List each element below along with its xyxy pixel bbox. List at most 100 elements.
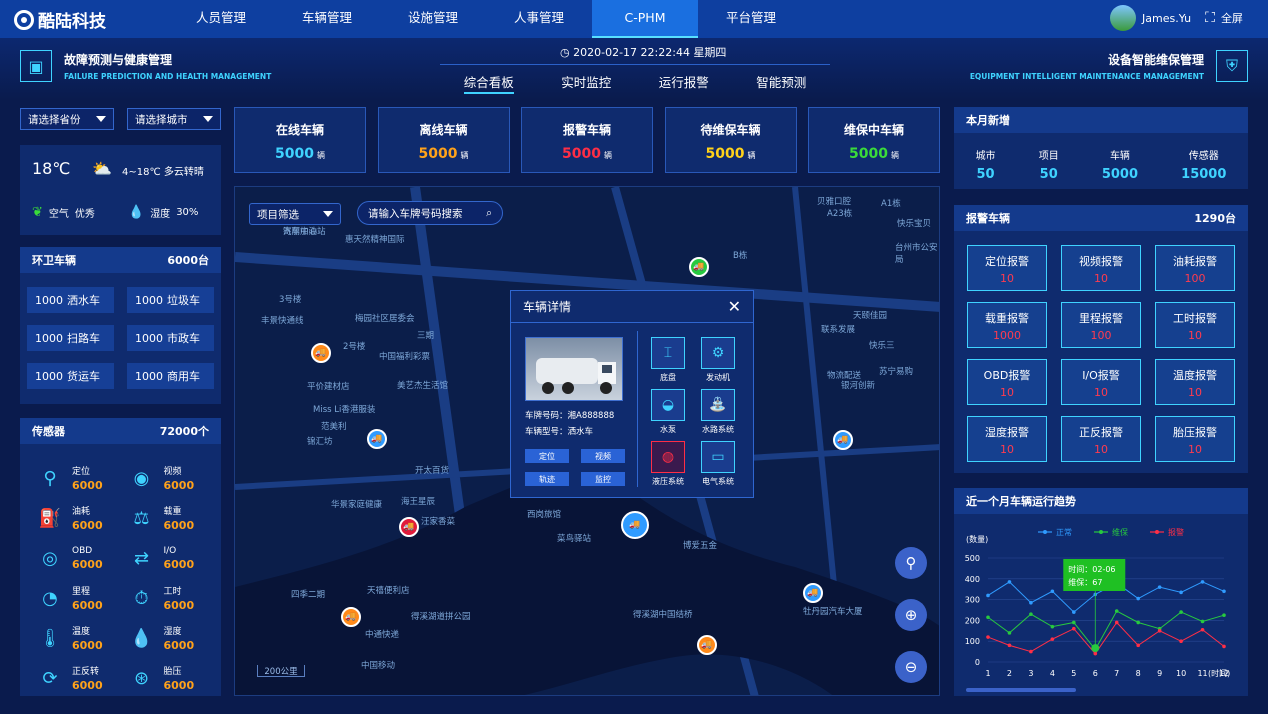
system-item[interactable]: ▭ 电气系统 [701,441,751,487]
vehicle-marker[interactable]: 🚚 [803,583,823,603]
monthly-stat: 项目 50 [1039,147,1059,182]
header-right: 设备智能维保管理 EQUIPMENT INTELLIGENT MAINTENAN… [970,50,1248,82]
vehicle-type-cell: 1000 垃圾车 [127,287,214,313]
series-point [1179,590,1183,595]
alarm-card[interactable]: 载重报警 1000 [967,302,1047,348]
locate-button[interactable]: ⚲ [895,547,927,579]
vehicle-marker-selected[interactable]: 🚚 [621,511,649,539]
alarm-card[interactable]: 湿度报警 10 [967,416,1047,462]
series-point [1050,637,1055,641]
system-item[interactable]: ⛲ 水路系统 [701,389,751,435]
nav-cphm[interactable]: C-PHM [592,0,698,38]
track-action-button[interactable]: 轨迹 [525,472,569,486]
plate-search[interactable]: 请输入车牌号码搜索 ⌕ [357,201,503,225]
locate-action-button[interactable]: 定位 [525,449,569,463]
system-item[interactable]: ⚙ 发动机 [701,337,751,383]
vehicle-marker[interactable]: 🚚 [311,343,331,363]
legend-label: 报警 [1168,527,1184,537]
nav-hr[interactable]: 人事管理 [486,0,592,38]
alarm-card[interactable]: 胎压报警 10 [1155,416,1235,462]
map-label: 美艺杰生活馆 [397,381,449,391]
alarm-card[interactable]: 正反报警 10 [1061,416,1141,462]
tab-predict[interactable]: 智能预测 [756,65,806,94]
alarm-label: OBD报警 [983,369,1031,382]
tire-icon: ⊛ [133,667,150,689]
monitor-action-button[interactable]: 监控 [581,472,625,486]
sensor-value: 6000 [72,679,103,692]
series-point [1114,620,1119,625]
vehicle-marker[interactable]: 🚚 [697,635,717,655]
map-label: 菜鸟驿站 [557,534,592,544]
zoom-in-button[interactable]: ⊕ [895,599,927,631]
series-point [1200,580,1205,584]
tab-monitor[interactable]: 实时监控 [561,65,611,94]
tab-alarm[interactable]: 运行报警 [659,65,709,94]
monthly-label: 项目 [1038,151,1059,162]
vehicle-marker[interactable]: 🚚 [689,257,709,277]
system-item[interactable]: ◍ 液压系统 [651,441,701,487]
avatar[interactable] [1110,5,1136,31]
tab-dashboard[interactable]: 综合看板 [463,65,514,94]
nav-platform[interactable]: 平台管理 [698,0,804,38]
nav-facilities[interactable]: 设施管理 [380,0,486,38]
system-label: 电气系统 [702,477,734,486]
alarm-card[interactable]: I/O报警 10 [1061,359,1141,405]
chart-xtick: 9 [1157,669,1162,678]
header-left-sub: FAILURE PREDICTION AND HEALTH MANAGEMENT [64,72,272,81]
vehicle-marker[interactable]: 🚚 [367,429,387,449]
waterway-icon: ⛲ [701,389,735,421]
obd-icon: ◎ [42,547,58,569]
system-label: 发动机 [706,373,730,382]
alarm-card[interactable]: 工时报警 10 [1155,302,1235,348]
close-icon[interactable]: ✕ [728,297,741,316]
system-item[interactable]: ⌶ 底盘 [651,337,701,383]
city-select[interactable]: 请选择城市 [127,108,221,130]
video-action-button[interactable]: 视频 [581,449,625,463]
map-label: 四季二期 [291,590,326,600]
alarm-label: I/O报警 [1082,369,1120,382]
stat-card[interactable]: 在线车辆 5000 辆 [234,107,366,173]
zoom-out-button[interactable]: ⊖ [895,651,927,683]
nav-vehicles[interactable]: 车辆管理 [274,0,380,38]
vehicle-marker[interactable]: 🚚 [833,430,853,450]
chart-ytick: 500 [965,554,980,563]
vehicle-marker[interactable]: 🚚 [341,607,361,627]
series-point [1093,651,1098,656]
map-label: 银河创新 [841,381,876,391]
stat-card[interactable]: 离线车辆 5000 辆 [377,107,510,173]
alarm-card[interactable]: 定位报警 10 [967,245,1047,291]
alarm-label: 湿度报警 [985,426,1029,439]
sensor-label: 里程 [72,587,91,597]
stat-card[interactable]: 报警车辆 5000 辆 [521,107,653,173]
project-filter[interactable]: 项目筛选 [249,203,341,225]
system-item[interactable]: ◒ 水泵 [651,389,701,435]
vehicle-type-count: 1000 [135,369,163,383]
series-point [1136,643,1140,648]
alarm-card[interactable]: 视频报警 10 [1061,245,1141,291]
user-name[interactable]: James.Yu [1142,12,1191,25]
stat-card[interactable]: 维保中车辆 5000 辆 [808,107,940,173]
nav-personnel[interactable]: 人员管理 [168,0,274,38]
sensor-label: 温度 [72,627,91,637]
alarm-card[interactable]: 温度报警 10 [1155,359,1235,405]
alarm-card[interactable]: OBD报警 10 [967,359,1047,405]
vehicle-marker[interactable]: 🚚 [399,517,419,537]
chart-scrollbar[interactable] [966,688,1076,692]
series-point [1200,627,1205,632]
rotate-icon: ⟳ [42,667,58,689]
map-label: 惠天然精神国际 [345,235,405,245]
map-label: 得溪湖道拼公园 [411,612,471,622]
stat-card[interactable]: 待维保车辆 5000 辆 [664,107,797,173]
fullscreen-icon[interactable]: ⛶ [1205,10,1215,26]
sensor-item: ◔ 里程 6000 [38,578,130,618]
alarm-panel: 报警车辆 1290台 定位报警 10 视频报警 10 油耗报警 100 载重报警 1000 里程报… [954,205,1248,473]
monthly-stat: 车辆 5000 [1102,147,1138,182]
province-select[interactable]: 请选择省份 [20,108,114,130]
fullscreen-label[interactable]: 全屏 [1221,10,1243,26]
series-point [1072,610,1076,614]
map-label: 3号楼 [279,295,302,305]
alarm-card[interactable]: 里程报警 100 [1061,302,1141,348]
alarm-card[interactable]: 油耗报警 100 [1155,245,1235,291]
trend-panel: 近一个月车辆运行趋势 (数量) (时间) 0 100 200 300 400 500 1 2 3 4 5… [954,488,1248,696]
series-point [986,593,990,598]
